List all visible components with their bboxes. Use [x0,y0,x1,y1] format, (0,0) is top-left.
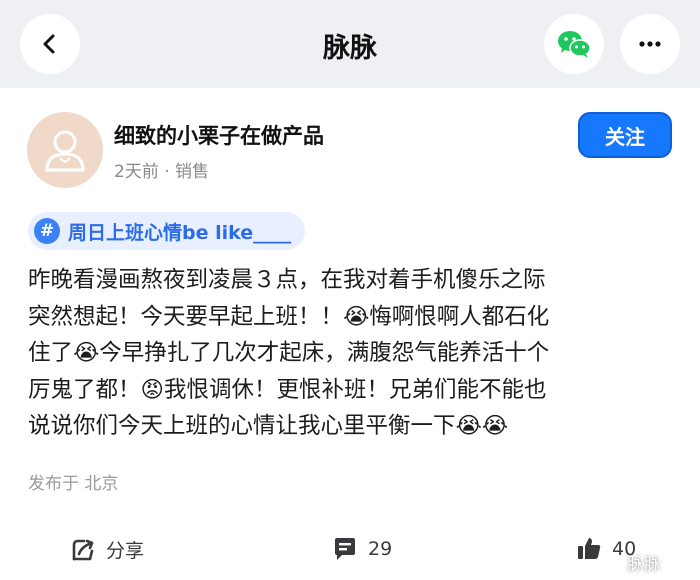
post-body: 昨晚看漫画熬夜到凌晨３点，在我对着手机傻乐之际 突然想起！今天要早起上班！！😭悔… [28,267,550,439]
share-button[interactable]: 分享 [70,536,144,563]
topic-label: 周日上班心情be like____ [68,221,292,244]
avatar-icon [45,130,85,172]
wechat-icon [558,31,591,58]
hashtag-icon: # [34,218,60,244]
author-avatar[interactable] [27,112,103,188]
follow-button[interactable]: 关注 [578,112,672,158]
more-icon [639,41,661,47]
post-location: 发布于 北京 [28,474,119,494]
share-label: 分享 [106,540,145,562]
thumbs-up-icon [578,538,601,559]
share-icon [72,539,94,560]
author-name[interactable]: 细致的小栗子在做产品 [114,120,324,150]
more-button[interactable] [620,14,680,74]
wechat-share-button[interactable] [544,14,604,74]
comment-count: 29 [368,538,393,560]
watermark: 脉脉 [627,555,661,575]
comment-icon [335,538,355,560]
author-meta: 2天前 · 销售 [114,162,210,182]
topic-tag[interactable]: # 周日上班心情be like____ [28,212,306,250]
comment-button[interactable]: 29 [332,536,392,562]
top-navigation-bar: 脉脉 [0,0,700,88]
action-bar: 分享 29 40 [0,528,700,572]
